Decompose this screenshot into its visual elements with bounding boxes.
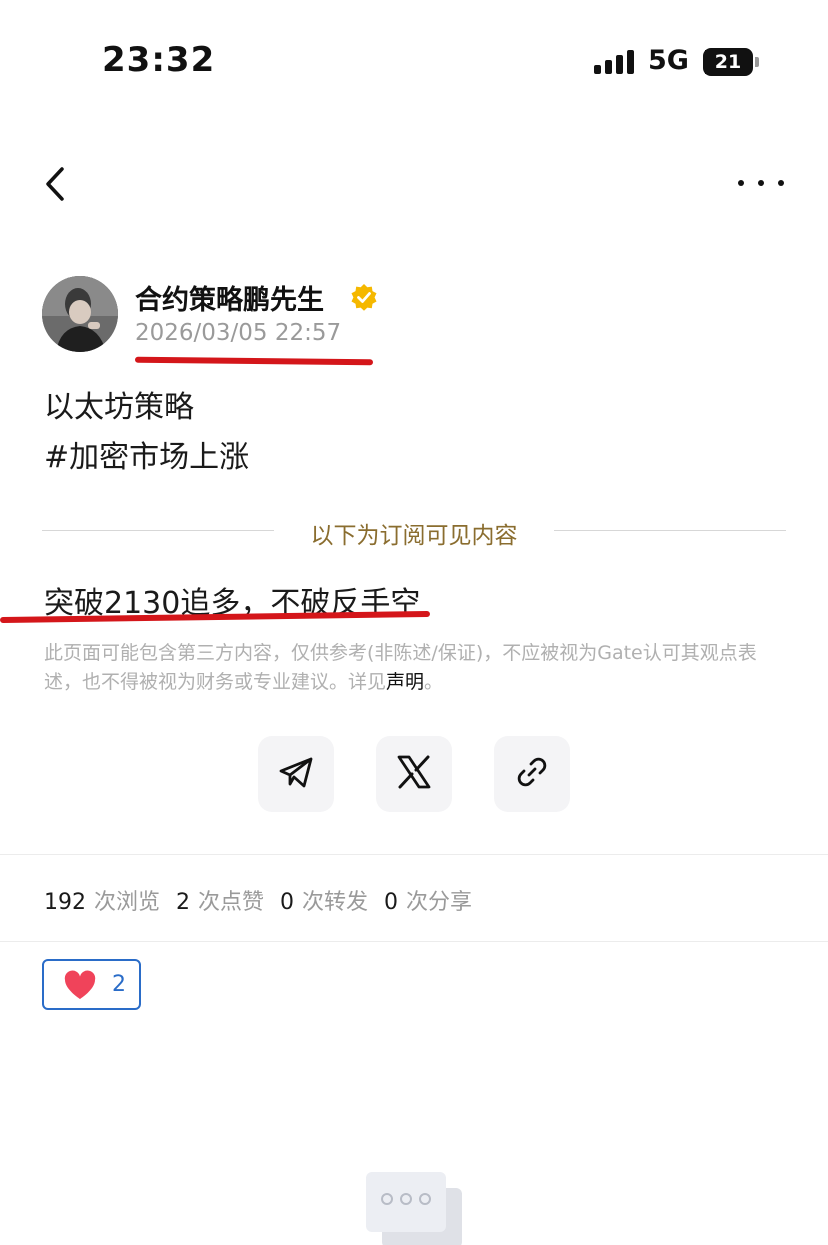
status-time: 23:32 [102, 40, 216, 80]
like-count: 2 [112, 972, 126, 997]
verified-badge-icon [350, 283, 378, 311]
share-x-button[interactable] [376, 736, 452, 812]
reposts-label: 次转发 [302, 890, 369, 915]
section-divider [0, 941, 828, 942]
post-time: 2026/03/05 22:57 [135, 320, 342, 346]
subscription-divider-label: 以下为订阅可见内容 [310, 523, 518, 549]
share-telegram-button[interactable] [258, 736, 334, 812]
reposts-count: 0 [280, 890, 295, 915]
share-link-button[interactable] [494, 736, 570, 812]
views-label: 次浏览 [94, 890, 161, 915]
network-label: 5G [648, 45, 689, 76]
telegram-icon [277, 753, 315, 795]
like-reaction-button[interactable]: 2 [42, 959, 141, 1010]
comment-bubble-icon [364, 1170, 464, 1245]
shares-count: 0 [384, 890, 399, 915]
link-icon [514, 754, 550, 794]
post-stats: 192 次浏览 2 次点赞 0 次转发 0 次分享 [44, 884, 488, 916]
more-horizontal-icon[interactable] [738, 176, 784, 190]
battery-cap [755, 57, 759, 67]
hashtag-link[interactable]: #加密市场上涨 [44, 432, 249, 476]
heart-icon [64, 970, 96, 1000]
avatar[interactable] [42, 276, 118, 352]
post-title: 以太坊策略 [44, 390, 194, 425]
chevron-left-icon[interactable] [40, 164, 74, 204]
author-name[interactable]: 合约策略鹏先生 [135, 278, 324, 317]
disclaimer-end: 。 [424, 671, 444, 693]
likes-count: 2 [176, 890, 191, 915]
battery-icon: 21 [703, 48, 753, 76]
shares-label: 次分享 [406, 890, 473, 915]
annotation-underline [134, 356, 374, 366]
views-count: 192 [44, 890, 86, 915]
disclaimer: 此页面可能包含第三方内容，仅供参考(非陈述/保证)，不应被视为Gate认可其观点… [44, 639, 788, 697]
battery-percentage: 21 [714, 51, 742, 73]
section-divider [0, 854, 828, 855]
likes-label: 次点赞 [198, 890, 265, 915]
signal-icon [594, 50, 636, 74]
x-icon [396, 754, 432, 794]
disclaimer-statement-link[interactable]: 声明 [386, 671, 424, 693]
